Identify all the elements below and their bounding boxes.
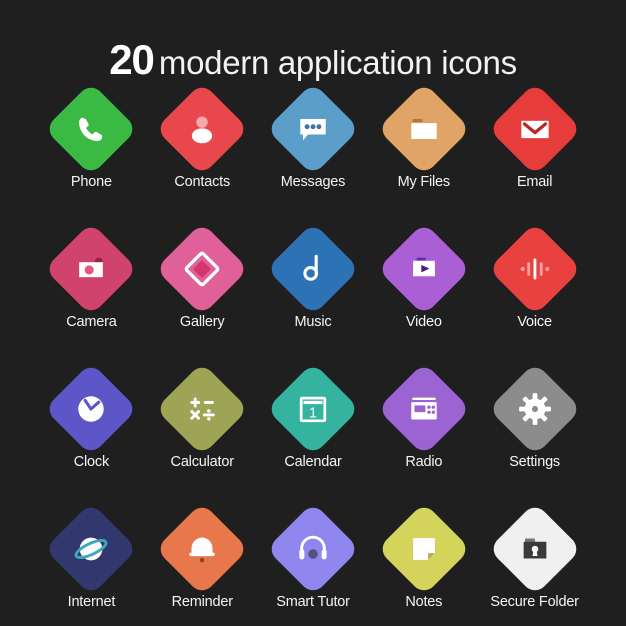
svg-text:1: 1 bbox=[309, 406, 317, 422]
gear-icon bbox=[502, 376, 568, 442]
icon-label: Music bbox=[294, 314, 332, 330]
app-icon-phone[interactable]: Phone bbox=[36, 82, 147, 218]
icon-label: Messages bbox=[280, 174, 346, 190]
bell-icon bbox=[169, 516, 235, 582]
icon-tile[interactable] bbox=[377, 82, 471, 176]
icon-tile[interactable] bbox=[155, 222, 249, 316]
icon-label: Secure Folder bbox=[490, 594, 579, 610]
page-title: 20 modern application icons bbox=[0, 36, 626, 84]
app-icon-calculator[interactable]: Calculator bbox=[147, 362, 258, 498]
icon-label: Smart Tutor bbox=[276, 594, 350, 610]
app-icon-my-files[interactable]: My Files bbox=[368, 82, 479, 218]
icon-tile[interactable] bbox=[266, 82, 360, 176]
icon-label: Video bbox=[405, 314, 442, 330]
app-icon-clock[interactable]: Clock bbox=[36, 362, 147, 498]
app-icon-notes[interactable]: Notes bbox=[368, 502, 479, 626]
app-icon-settings[interactable]: Settings bbox=[479, 362, 590, 498]
icon-tile[interactable] bbox=[487, 222, 582, 316]
camera-icon bbox=[58, 236, 124, 302]
note-page-icon bbox=[391, 516, 457, 582]
icon-tile[interactable] bbox=[377, 222, 471, 316]
app-icon-camera[interactable]: Camera bbox=[36, 222, 147, 358]
app-icon-radio[interactable]: Radio bbox=[368, 362, 479, 498]
app-icon-contacts[interactable]: Contacts bbox=[147, 82, 258, 218]
icon-label: Notes bbox=[405, 594, 443, 610]
planet-globe-icon bbox=[58, 516, 124, 582]
app-icon-calendar[interactable]: 1 Calendar bbox=[258, 362, 369, 498]
icon-tile[interactable] bbox=[155, 362, 249, 456]
icon-label: Internet bbox=[67, 594, 116, 610]
icon-label: My Files bbox=[397, 174, 451, 190]
icon-tile[interactable] bbox=[266, 222, 360, 316]
icon-tile[interactable] bbox=[155, 82, 249, 176]
app-icon-secure-folder[interactable]: Secure Folder bbox=[479, 502, 590, 626]
icon-label: Calculator bbox=[170, 454, 234, 470]
app-icon-smart-tutor[interactable]: Smart Tutor bbox=[258, 502, 369, 626]
icon-tile[interactable] bbox=[487, 362, 582, 456]
icon-label: Radio bbox=[405, 454, 443, 470]
icon-tile[interactable] bbox=[487, 502, 582, 596]
icon-tile[interactable] bbox=[44, 362, 139, 456]
icon-label: Voice bbox=[517, 314, 552, 330]
icon-tile[interactable] bbox=[266, 502, 360, 596]
app-icon-internet[interactable]: Internet bbox=[36, 502, 147, 626]
music-note-icon bbox=[280, 236, 346, 302]
app-icon-music[interactable]: Music bbox=[258, 222, 369, 358]
icon-tile[interactable] bbox=[44, 502, 139, 596]
app-icon-messages[interactable]: Messages bbox=[258, 82, 369, 218]
icon-tile[interactable] bbox=[44, 82, 139, 176]
title-count: 20 bbox=[109, 36, 155, 83]
waveform-icon bbox=[502, 236, 568, 302]
app-icon-voice[interactable]: Voice bbox=[479, 222, 590, 358]
icon-tile[interactable] bbox=[487, 82, 582, 176]
app-icon-reminder[interactable]: Reminder bbox=[147, 502, 258, 626]
folder-icon bbox=[391, 96, 457, 162]
icon-label: Phone bbox=[70, 174, 112, 190]
icon-label: Gallery bbox=[179, 314, 225, 330]
phone-handset-icon bbox=[58, 96, 124, 162]
icon-tile[interactable]: 1 bbox=[266, 362, 360, 456]
envelope-icon bbox=[502, 96, 568, 162]
math-operators-icon bbox=[169, 376, 235, 442]
icon-tile[interactable] bbox=[155, 502, 249, 596]
icon-label: Camera bbox=[66, 314, 117, 330]
app-icon-video[interactable]: Video bbox=[368, 222, 479, 358]
icon-label: Reminder bbox=[171, 594, 233, 610]
icon-label: Settings bbox=[509, 454, 560, 470]
icon-label: Contacts bbox=[174, 174, 230, 190]
calendar-icon: 1 bbox=[280, 376, 346, 442]
icon-label: Clock bbox=[73, 454, 110, 470]
icon-grid: Phone Contacts Messages My Files Email C… bbox=[36, 82, 590, 626]
icon-set-page: 20 modern application icons Phone Contact… bbox=[0, 0, 626, 626]
video-play-icon bbox=[391, 236, 457, 302]
icon-tile[interactable] bbox=[44, 222, 139, 316]
locked-folder-icon bbox=[502, 516, 568, 582]
title-text: modern application icons bbox=[158, 44, 517, 81]
icon-label: Calendar bbox=[284, 454, 342, 470]
app-icon-email[interactable]: Email bbox=[479, 82, 590, 218]
icon-label: Email bbox=[516, 174, 553, 190]
clock-face-icon bbox=[58, 376, 124, 442]
diamond-frame-icon bbox=[169, 236, 235, 302]
person-icon bbox=[169, 96, 235, 162]
icon-tile[interactable] bbox=[377, 362, 471, 456]
headphones-icon bbox=[280, 516, 346, 582]
speech-bubble-icon bbox=[280, 96, 346, 162]
radio-receiver-icon bbox=[391, 376, 457, 442]
icon-tile[interactable] bbox=[377, 502, 471, 596]
app-icon-gallery[interactable]: Gallery bbox=[147, 222, 258, 358]
